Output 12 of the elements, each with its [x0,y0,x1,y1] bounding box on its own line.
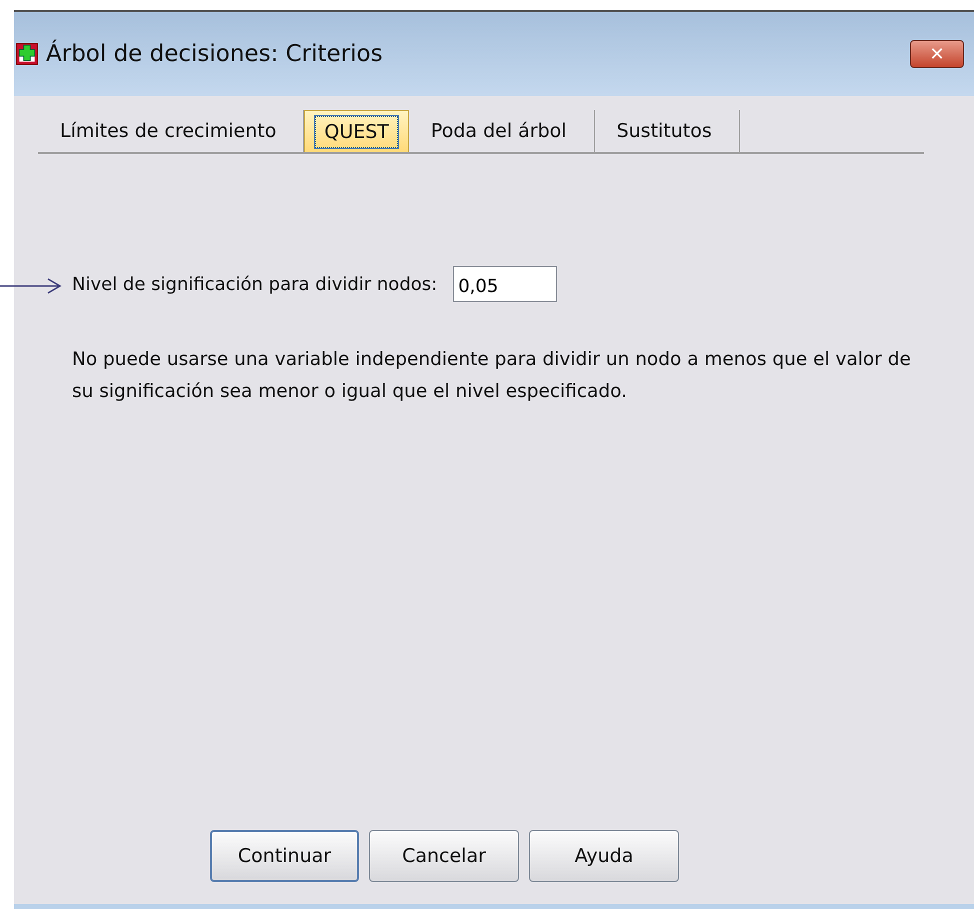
dialog-button[interactable]: Continuar [210,830,359,882]
app-icon [16,43,38,65]
annotation-arrow [0,278,62,294]
tab[interactable]: Sustitutos [594,110,740,152]
field-label: Nivel de significación para dividir nodos: [72,274,438,294]
significance-field[interactable]: 0,05 [453,266,558,302]
tab[interactable]: Poda del árbol [408,110,595,152]
dialog-button[interactable]: Cancelar [369,830,519,882]
window-title: Árbol de decisiones: Criterios [46,41,383,67]
tab[interactable]: QUEST [304,110,409,152]
dialog-button[interactable]: Ayuda [529,830,679,882]
description-text: No puede usarse una variable independiente para dividir un nodo a menos que el valor de su significación sea menor o igual que el nivel especificado. [72,348,912,404]
